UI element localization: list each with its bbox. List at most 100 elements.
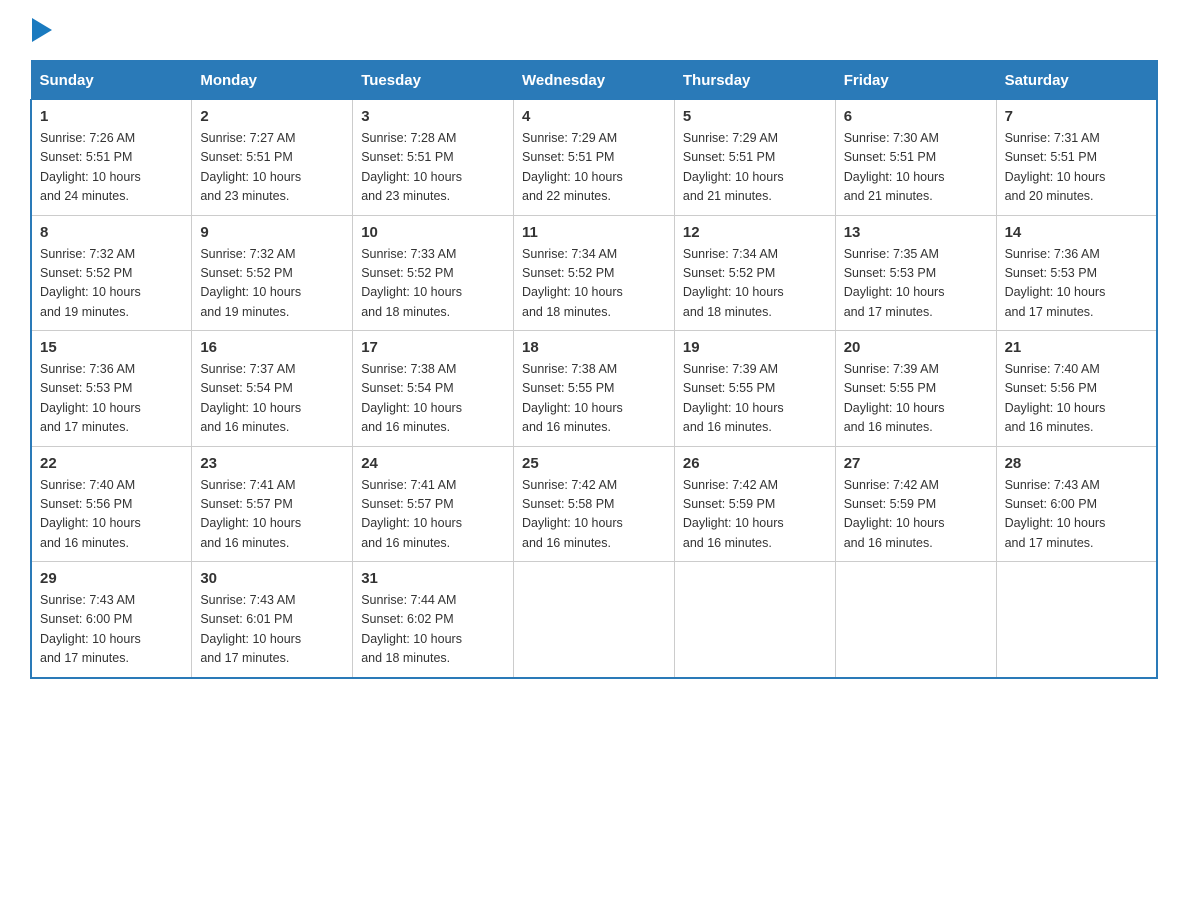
day-cell: 22 Sunrise: 7:40 AMSunset: 5:56 PMDayligh… — [31, 446, 192, 562]
day-info: Sunrise: 7:34 AMSunset: 5:52 PMDaylight:… — [683, 245, 827, 323]
day-number: 26 — [683, 455, 827, 472]
day-cell: 7Sunrise: 7:31 AMSunset: 5:51 PMDaylight… — [996, 100, 1157, 216]
day-cell: 2 Sunrise: 7:27 AMSunset: 5:51 PMDaylight… — [192, 100, 353, 216]
day-number: 14 — [1005, 224, 1148, 241]
day-cell: 4 Sunrise: 7:29 AMSunset: 5:51 PMDaylight… — [514, 100, 675, 216]
day-number: 23 — [200, 455, 344, 472]
day-number: 16 — [200, 339, 344, 356]
day-number: 2 — [200, 108, 344, 125]
day-cell: 16 Sunrise: 7:37 AMSunset: 5:54 PMDayligh… — [192, 331, 353, 447]
day-number: 6 — [844, 108, 988, 125]
col-tuesday: Tuesday — [353, 61, 514, 100]
day-number: 7 — [1005, 108, 1148, 125]
day-cell: 18 Sunrise: 7:38 AMSunset: 5:55 PMDayligh… — [514, 331, 675, 447]
day-number: 12 — [683, 224, 827, 241]
day-number: 28 — [1005, 455, 1148, 472]
day-cell: 5 Sunrise: 7:29 AMSunset: 5:51 PMDaylight… — [674, 100, 835, 216]
day-info: Sunrise: 7:34 AMSunset: 5:52 PMDaylight:… — [522, 245, 666, 323]
day-cell: 3 Sunrise: 7:28 AMSunset: 5:51 PMDaylight… — [353, 100, 514, 216]
day-cell: 10Sunrise: 7:33 AMSunset: 5:52 PMDayligh… — [353, 215, 514, 331]
day-number: 22 — [40, 455, 183, 472]
day-info: Sunrise: 7:28 AMSunset: 5:51 PMDaylight:… — [361, 129, 505, 207]
day-number: 4 — [522, 108, 666, 125]
day-number: 9 — [200, 224, 344, 241]
day-cell: 8 Sunrise: 7:32 AMSunset: 5:52 PMDaylight… — [31, 215, 192, 331]
day-info: Sunrise: 7:43 AMSunset: 6:00 PMDaylight:… — [40, 591, 183, 669]
day-info: Sunrise: 7:37 AMSunset: 5:54 PMDaylight:… — [200, 360, 344, 438]
day-cell: 19 Sunrise: 7:39 AMSunset: 5:55 PMDayligh… — [674, 331, 835, 447]
day-number: 19 — [683, 339, 827, 356]
day-number: 25 — [522, 455, 666, 472]
day-number: 18 — [522, 339, 666, 356]
logo — [30, 20, 54, 40]
day-cell: 26 Sunrise: 7:42 AMSunset: 5:59 PMDayligh… — [674, 446, 835, 562]
day-info: Sunrise: 7:42 AMSunset: 5:59 PMDaylight:… — [844, 476, 988, 554]
day-info: Sunrise: 7:40 AMSunset: 5:56 PMDaylight:… — [1005, 360, 1148, 438]
day-info: Sunrise: 7:44 AMSunset: 6:02 PMDaylight:… — [361, 591, 505, 669]
day-number: 31 — [361, 570, 505, 587]
col-monday: Monday — [192, 61, 353, 100]
day-info: Sunrise: 7:26 AMSunset: 5:51 PMDaylight:… — [40, 129, 183, 207]
day-number: 17 — [361, 339, 505, 356]
day-number: 13 — [844, 224, 988, 241]
week-row-4: 22 Sunrise: 7:40 AMSunset: 5:56 PMDayligh… — [31, 446, 1157, 562]
day-number: 5 — [683, 108, 827, 125]
day-number: 24 — [361, 455, 505, 472]
week-row-2: 8 Sunrise: 7:32 AMSunset: 5:52 PMDaylight… — [31, 215, 1157, 331]
col-saturday: Saturday — [996, 61, 1157, 100]
day-info: Sunrise: 7:35 AMSunset: 5:53 PMDaylight:… — [844, 245, 988, 323]
col-friday: Friday — [835, 61, 996, 100]
day-cell: 29 Sunrise: 7:43 AMSunset: 6:00 PMDayligh… — [31, 562, 192, 678]
day-number: 1 — [40, 108, 183, 125]
day-cell: 17 Sunrise: 7:38 AMSunset: 5:54 PMDayligh… — [353, 331, 514, 447]
day-number: 3 — [361, 108, 505, 125]
calendar-table: Sunday Monday Tuesday Wednesday Thursday… — [30, 60, 1158, 679]
col-wednesday: Wednesday — [514, 61, 675, 100]
day-info: Sunrise: 7:29 AMSunset: 5:51 PMDaylight:… — [683, 129, 827, 207]
col-sunday: Sunday — [31, 61, 192, 100]
day-info: Sunrise: 7:39 AMSunset: 5:55 PMDaylight:… — [683, 360, 827, 438]
day-cell: 20Sunrise: 7:39 AMSunset: 5:55 PMDayligh… — [835, 331, 996, 447]
day-cell: 28 Sunrise: 7:43 AMSunset: 6:00 PMDayligh… — [996, 446, 1157, 562]
day-cell: 31 Sunrise: 7:44 AMSunset: 6:02 PMDayligh… — [353, 562, 514, 678]
day-info: Sunrise: 7:42 AMSunset: 5:58 PMDaylight:… — [522, 476, 666, 554]
day-cell: 11 Sunrise: 7:34 AMSunset: 5:52 PMDayligh… — [514, 215, 675, 331]
day-info: Sunrise: 7:36 AMSunset: 5:53 PMDaylight:… — [40, 360, 183, 438]
day-info: Sunrise: 7:36 AMSunset: 5:53 PMDaylight:… — [1005, 245, 1148, 323]
day-cell: 21 Sunrise: 7:40 AMSunset: 5:56 PMDayligh… — [996, 331, 1157, 447]
day-number: 11 — [522, 224, 666, 241]
day-number: 29 — [40, 570, 183, 587]
day-cell: 27 Sunrise: 7:42 AMSunset: 5:59 PMDayligh… — [835, 446, 996, 562]
day-cell — [996, 562, 1157, 678]
day-info: Sunrise: 7:29 AMSunset: 5:51 PMDaylight:… — [522, 129, 666, 207]
calendar-header-row: Sunday Monday Tuesday Wednesday Thursday… — [31, 61, 1157, 100]
day-number: 10 — [361, 224, 505, 241]
day-info: Sunrise: 7:43 AMSunset: 6:00 PMDaylight:… — [1005, 476, 1148, 554]
day-info: Sunrise: 7:40 AMSunset: 5:56 PMDaylight:… — [40, 476, 183, 554]
day-cell: 15Sunrise: 7:36 AMSunset: 5:53 PMDayligh… — [31, 331, 192, 447]
day-cell — [514, 562, 675, 678]
day-cell: 25 Sunrise: 7:42 AMSunset: 5:58 PMDayligh… — [514, 446, 675, 562]
day-number: 20 — [844, 339, 988, 356]
logo-arrow-icon — [32, 18, 52, 42]
day-cell: 23Sunrise: 7:41 AMSunset: 5:57 PMDayligh… — [192, 446, 353, 562]
day-cell: 14 Sunrise: 7:36 AMSunset: 5:53 PMDayligh… — [996, 215, 1157, 331]
day-info: Sunrise: 7:43 AMSunset: 6:01 PMDaylight:… — [200, 591, 344, 669]
day-cell: 13 Sunrise: 7:35 AMSunset: 5:53 PMDayligh… — [835, 215, 996, 331]
day-info: Sunrise: 7:32 AMSunset: 5:52 PMDaylight:… — [200, 245, 344, 323]
day-cell: 24 Sunrise: 7:41 AMSunset: 5:57 PMDayligh… — [353, 446, 514, 562]
week-row-1: 1 Sunrise: 7:26 AMSunset: 5:51 PMDaylight… — [31, 100, 1157, 216]
day-number: 8 — [40, 224, 183, 241]
day-info: Sunrise: 7:41 AMSunset: 5:57 PMDaylight:… — [361, 476, 505, 554]
day-info: Sunrise: 7:27 AMSunset: 5:51 PMDaylight:… — [200, 129, 344, 207]
day-number: 27 — [844, 455, 988, 472]
day-cell: 12 Sunrise: 7:34 AMSunset: 5:52 PMDayligh… — [674, 215, 835, 331]
day-info: Sunrise: 7:42 AMSunset: 5:59 PMDaylight:… — [683, 476, 827, 554]
day-number: 30 — [200, 570, 344, 587]
day-cell: 30 Sunrise: 7:43 AMSunset: 6:01 PMDayligh… — [192, 562, 353, 678]
day-info: Sunrise: 7:38 AMSunset: 5:54 PMDaylight:… — [361, 360, 505, 438]
day-info: Sunrise: 7:32 AMSunset: 5:52 PMDaylight:… — [40, 245, 183, 323]
day-info: Sunrise: 7:38 AMSunset: 5:55 PMDaylight:… — [522, 360, 666, 438]
day-number: 21 — [1005, 339, 1148, 356]
week-row-5: 29 Sunrise: 7:43 AMSunset: 6:00 PMDayligh… — [31, 562, 1157, 678]
